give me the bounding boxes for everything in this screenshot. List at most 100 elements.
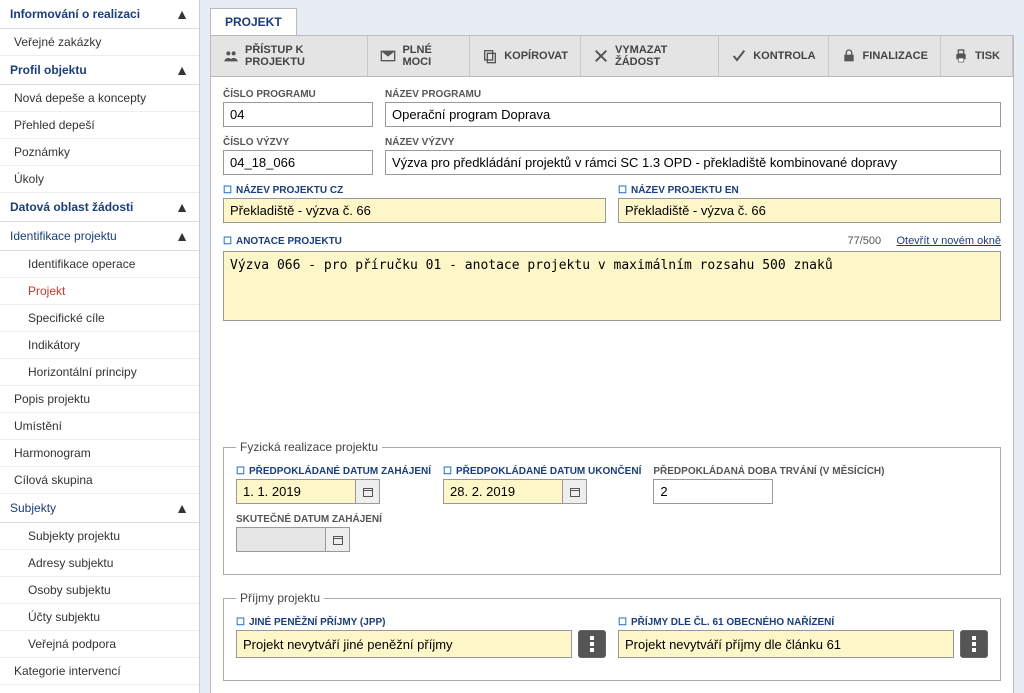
- btn-finalizace[interactable]: FINALIZACE: [829, 36, 941, 76]
- btn-label: TISK: [975, 50, 1000, 62]
- sidebar-item-osoby[interactable]: Osoby subjektu: [0, 577, 199, 604]
- label-skutecne-zahajeni: SKUTEČNÉ DATUM ZAHÁJENÍ: [236, 514, 382, 525]
- sidebar-item-indikatory[interactable]: Indikátory: [0, 332, 199, 359]
- tab-projekt[interactable]: PROJEKT: [210, 8, 297, 35]
- sidebar-item-umisteni[interactable]: Umístění: [0, 413, 199, 440]
- select-button-p61[interactable]: [960, 630, 988, 658]
- btn-kopirovat[interactable]: KOPÍROVAT: [470, 36, 581, 76]
- anotace-open-link[interactable]: Otevřít v novém okně: [896, 235, 1001, 247]
- calendar-button-skutecne[interactable]: [326, 527, 350, 552]
- input-nazev-cz[interactable]: [223, 198, 606, 223]
- copy-icon: [482, 48, 498, 64]
- input-jpp[interactable]: [236, 630, 572, 658]
- sidebar-item-identifikace-operace[interactable]: Identifikace operace: [0, 251, 199, 278]
- label-nazev-en: ☐NÁZEV PROJEKTU EN: [618, 185, 1001, 196]
- input-doba-trvani[interactable]: [653, 479, 773, 504]
- section-financovani[interactable]: Financování ▲: [0, 685, 199, 693]
- calendar-icon: [332, 534, 344, 546]
- btn-label: KONTROLA: [753, 50, 815, 62]
- btn-vymazat[interactable]: VYMAZAT ŽÁDOST: [581, 36, 719, 76]
- list-icon: [590, 636, 594, 653]
- label-jpp: ☐JINÉ PENĚŽNÍ PŘÍJMY (JPP): [236, 617, 606, 628]
- sidebar-item-kategorie[interactable]: Kategorie intervencí: [0, 658, 199, 685]
- btn-kontrola[interactable]: KONTROLA: [719, 36, 828, 76]
- section-label: Informování o realizaci: [10, 7, 140, 21]
- legend-fyz: Fyzická realizace projektu: [236, 440, 382, 454]
- sidebar-item-poznamky[interactable]: Poznámky: [0, 139, 199, 166]
- fieldset-fyzicka-realizace: Fyzická realizace projektu ☐PŘEDPOKLÁDAN…: [223, 440, 1001, 575]
- section-label: Profil objektu: [10, 63, 87, 77]
- sidebar-item-ukoly[interactable]: Úkoly: [0, 166, 199, 193]
- chevron-up-icon: ▲: [175, 228, 189, 244]
- input-datum-ukonceni[interactable]: [443, 479, 563, 504]
- label-cislo-vyzvy: ČÍSLO VÝZVY: [223, 137, 373, 148]
- input-nazev-en[interactable]: [618, 198, 1001, 223]
- select-button-jpp[interactable]: [578, 630, 606, 658]
- section-identifikace[interactable]: Identifikace projektu ▲: [0, 222, 199, 251]
- lock-icon: [841, 48, 857, 64]
- label-anotace: ☐ANOTACE PROJEKTU: [223, 236, 342, 247]
- label-nazev-cz: ☐NÁZEV PROJEKTU CZ: [223, 185, 606, 196]
- chevron-up-icon: ▲: [175, 199, 189, 215]
- calendar-icon: [569, 486, 581, 498]
- label-nazev-vyzvy: NÁZEV VÝZVY: [385, 137, 1001, 148]
- chevron-up-icon: ▲: [175, 62, 189, 78]
- input-nazev-vyzvy[interactable]: [385, 150, 1001, 175]
- sidebar-item-specificke-cile[interactable]: Specifické cíle: [0, 305, 199, 332]
- label-datum-zahajeni: ☐PŘEDPOKLÁDANÉ DATUM ZAHÁJENÍ: [236, 466, 431, 477]
- btn-plne-moci[interactable]: PLNÉ MOCI: [368, 36, 470, 76]
- label-cislo-programu: ČÍSLO PROGRAMU: [223, 89, 373, 100]
- btn-pristup[interactable]: PŘÍSTUP K PROJEKTU: [211, 36, 368, 76]
- calendar-button-zahajeni[interactable]: [356, 479, 380, 504]
- sidebar-item-nova-depese[interactable]: Nová depeše a koncepty: [0, 85, 199, 112]
- calendar-icon: [362, 486, 374, 498]
- input-skutecne-zahajeni[interactable]: [236, 527, 326, 552]
- input-cislo-programu[interactable]: [223, 102, 373, 127]
- sidebar-item-verejna-podpora[interactable]: Veřejná podpora: [0, 631, 199, 658]
- section-label: Datová oblast žádosti: [10, 200, 133, 214]
- sidebar-item-ucty[interactable]: Účty subjektu: [0, 604, 199, 631]
- btn-label: PŘÍSTUP K PROJEKTU: [245, 44, 355, 68]
- mail-icon: [380, 48, 396, 64]
- fieldset-prijmy: Příjmy projektu ☐JINÉ PENĚŽNÍ PŘÍJMY (JP…: [223, 591, 1001, 681]
- sidebar-item-adresy[interactable]: Adresy subjektu: [0, 550, 199, 577]
- input-cislo-vyzvy[interactable]: [223, 150, 373, 175]
- section-datova-oblast[interactable]: Datová oblast žádosti ▲: [0, 193, 199, 222]
- print-icon: [953, 48, 969, 64]
- sidebar: Informování o realizaci ▲ Veřejné zakázk…: [0, 0, 200, 693]
- check-icon: [731, 48, 747, 64]
- sidebar-item-popis[interactable]: Popis projektu: [0, 386, 199, 413]
- label-nazev-programu: NÁZEV PROGRAMU: [385, 89, 1001, 100]
- label-doba-trvani: PŘEDPOKLÁDANÁ DOBA TRVÁNÍ (V MĚSÍCÍCH): [653, 466, 884, 477]
- sidebar-item-projekt[interactable]: Projekt: [0, 278, 199, 305]
- section-label: Subjekty: [10, 501, 56, 515]
- input-p61[interactable]: [618, 630, 954, 658]
- form-panel: ČÍSLO PROGRAMU NÁZEV PROGRAMU ČÍSLO VÝZV…: [210, 77, 1014, 693]
- sidebar-item-cilova[interactable]: Cílová skupina: [0, 467, 199, 494]
- anotace-counter: 77/500: [847, 235, 881, 247]
- main-content: PROJEKT PŘÍSTUP K PROJEKTU PLNÉ MOCI KOP…: [200, 0, 1024, 693]
- calendar-button-ukonceni[interactable]: [563, 479, 587, 504]
- btn-label: PLNÉ MOCI: [402, 44, 457, 68]
- textarea-anotace[interactable]: [223, 251, 1001, 321]
- chevron-up-icon: ▲: [175, 6, 189, 22]
- sidebar-item-horizontalni[interactable]: Horizontální principy: [0, 359, 199, 386]
- x-icon: [593, 48, 609, 64]
- input-nazev-programu[interactable]: [385, 102, 1001, 127]
- sidebar-item-subjekty-projektu[interactable]: Subjekty projektu: [0, 523, 199, 550]
- list-icon: [972, 636, 976, 653]
- btn-label: FINALIZACE: [863, 50, 928, 62]
- toolbar: PŘÍSTUP K PROJEKTU PLNÉ MOCI KOPÍROVAT V…: [210, 35, 1014, 77]
- input-datum-zahajeni[interactable]: [236, 479, 356, 504]
- people-icon: [223, 48, 239, 64]
- legend-prijmy: Příjmy projektu: [236, 591, 324, 605]
- btn-tisk[interactable]: TISK: [941, 36, 1013, 76]
- sidebar-item-verejne-zakazky[interactable]: Veřejné zakázky: [0, 29, 199, 56]
- sidebar-item-harmonogram[interactable]: Harmonogram: [0, 440, 199, 467]
- section-informovani[interactable]: Informování o realizaci ▲: [0, 0, 199, 29]
- section-subjekty[interactable]: Subjekty ▲: [0, 494, 199, 523]
- section-profil[interactable]: Profil objektu ▲: [0, 56, 199, 85]
- label-datum-ukonceni: ☐PŘEDPOKLÁDANÉ DATUM UKONČENÍ: [443, 466, 641, 477]
- btn-label: KOPÍROVAT: [504, 50, 568, 62]
- sidebar-item-prehled-depesi[interactable]: Přehled depeší: [0, 112, 199, 139]
